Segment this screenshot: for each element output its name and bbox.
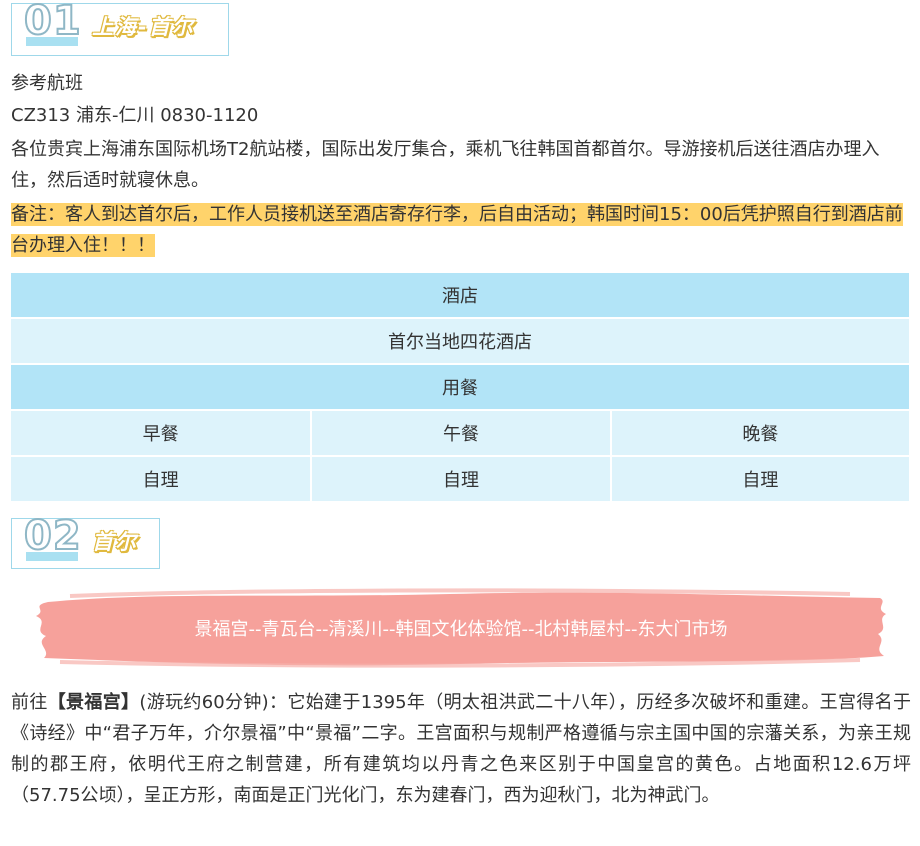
flight-info: CZ313 浦东-仁川 0830-1120	[11, 105, 259, 126]
table-row: 用餐	[11, 365, 909, 409]
flight-label: 参考航班	[11, 73, 83, 94]
meal-lunch-label: 午餐	[310, 411, 610, 455]
day2-desc-prefix: 前往	[11, 692, 48, 713]
hotel-header: 酒店	[11, 273, 909, 317]
meal-lunch-value: 自理	[310, 457, 610, 501]
meal-dinner-label: 晚餐	[609, 411, 909, 455]
day2-badge: 02 首尔	[11, 512, 160, 569]
day2-description: 前往【景福宫】(游玩约60分钟)：它始建于1395年（明太祖洪武二十八年），历经…	[11, 687, 911, 811]
hotel-meal-table: 酒店 首尔当地四花酒店 用餐 早餐 午餐 晚餐 自理 自理 自理	[11, 271, 909, 503]
day1-note-highlight: 备注：客人到达首尔后，工作人员接机送至酒店寄存行李，后自由活动；韩国时间15：0…	[11, 203, 903, 257]
table-row: 早餐 午餐 晚餐	[11, 411, 909, 455]
route-text: 景福宫--青瓦台--清溪川--韩国文化体验馆--北村韩屋村--东大门市场	[194, 619, 728, 640]
meal-breakfast-value: 自理	[11, 457, 311, 501]
day2-desc-highlight: 【景福宫】	[47, 692, 140, 713]
table-row: 自理 自理 自理	[11, 457, 909, 501]
day1-badge: 01 上海-首尔	[11, 0, 229, 56]
day1-description: 各位贵宾上海浦东国际机场T2航站楼，国际出发厅集合，乘机飞往韩国首都首尔。导游接…	[11, 139, 880, 191]
table-row: 酒店	[11, 273, 909, 317]
meal-header: 用餐	[11, 365, 909, 409]
day2-title: 首尔	[92, 530, 138, 554]
day1-title: 上海-首尔	[92, 15, 195, 39]
meal-breakfast-label: 早餐	[11, 411, 311, 455]
day2-number: 02	[23, 512, 82, 560]
hotel-name: 首尔当地四花酒店	[11, 319, 909, 363]
day1-note: 备注：客人到达首尔后，工作人员接机送至酒店寄存行李，后自由活动；韩国时间15：0…	[11, 199, 911, 261]
meal-dinner-value: 自理	[609, 457, 909, 501]
day2-desc-body: (游玩约60分钟)：它始建于1395年（明太祖洪武二十八年），历经多次破坏和重建…	[11, 692, 912, 806]
day1-number: 01	[23, 0, 82, 45]
table-row: 首尔当地四花酒店	[11, 319, 909, 363]
